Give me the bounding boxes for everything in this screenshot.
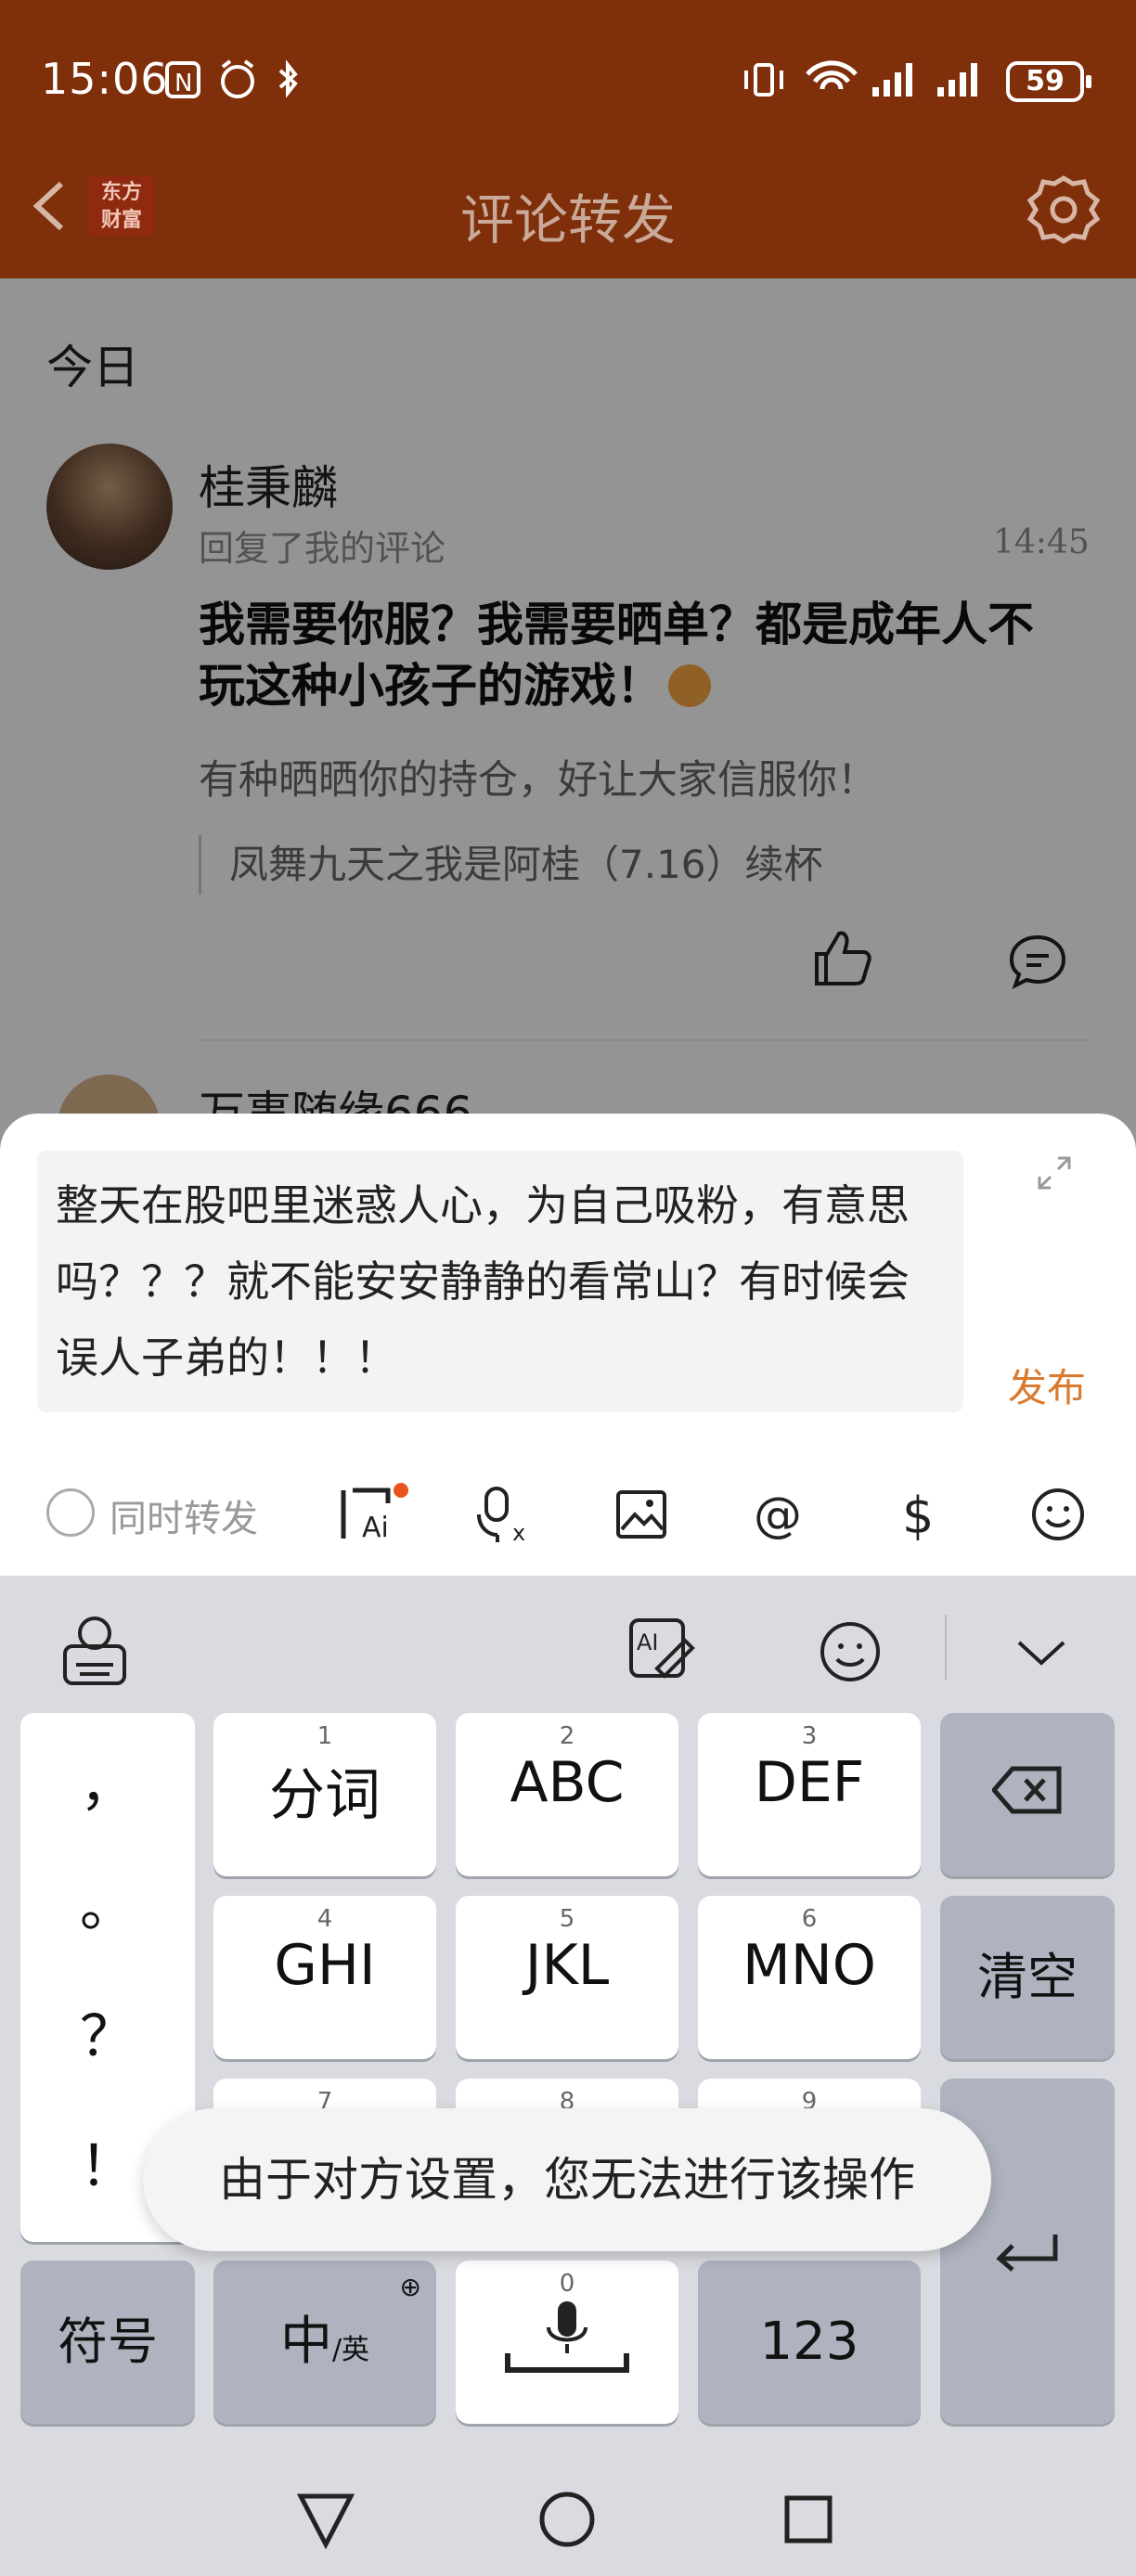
publish-button[interactable]: 发布 — [1008, 1357, 1086, 1413]
ai-ask-icon[interactable]: Ai — [338, 1485, 403, 1544]
svg-text:x: x — [512, 1520, 525, 1544]
image-icon[interactable] — [613, 1485, 672, 1544]
key-6[interactable]: 6 MNO — [698, 1896, 921, 2059]
keyboard-emoji-icon[interactable] — [815, 1615, 885, 1689]
toast-message: 由于对方设置，您无法进行该操作 — [143, 2108, 991, 2251]
status-icons-left: N — [165, 59, 298, 98]
status-icons-right — [744, 60, 977, 97]
key-3[interactable]: 3 DEF — [698, 1713, 921, 1876]
punct-question[interactable]: ？ — [20, 1991, 195, 2072]
home-circle-icon[interactable] — [535, 2487, 600, 2552]
keyboard-globe-icon[interactable] — [61, 1615, 128, 1689]
battery-indicator: 59 — [1006, 61, 1091, 102]
svg-text:AI: AI — [637, 1629, 659, 1655]
backspace-key[interactable] — [940, 1713, 1115, 1876]
expand-icon[interactable] — [1036, 1154, 1073, 1191]
notification-dot — [394, 1483, 408, 1498]
space-key[interactable]: 0 — [456, 2260, 678, 2424]
svg-text:Ai: Ai — [362, 1512, 389, 1544]
enter-icon — [996, 2235, 1058, 2272]
svg-text:@: @ — [754, 1488, 802, 1543]
svg-text:N: N — [174, 70, 192, 97]
microphone-icon — [505, 2301, 629, 2373]
numbers-key[interactable]: 123 — [698, 2260, 921, 2424]
divider — [945, 1615, 947, 1680]
gear-icon[interactable] — [1026, 173, 1101, 247]
clear-key[interactable]: 清空 — [940, 1896, 1115, 2059]
ai-write-icon[interactable]: AI — [627, 1615, 698, 1689]
repost-label[interactable]: 同时转发 — [110, 1488, 258, 1542]
key-4[interactable]: 4 GHI — [213, 1896, 436, 2059]
repost-checkbox[interactable] — [46, 1488, 95, 1537]
modal-overlay[interactable] — [0, 278, 1136, 1206]
punct-comma[interactable]: ， — [20, 1741, 195, 1822]
key-2[interactable]: 2 ABC — [456, 1713, 678, 1876]
symbols-key[interactable]: 符号 — [20, 2260, 195, 2424]
dollar-icon[interactable]: $ — [891, 1485, 947, 1544]
backspace-icon — [990, 1766, 1062, 1814]
language-switch-key[interactable]: ⊕ 中/英 — [213, 2260, 436, 2424]
mention-icon[interactable]: @ — [750, 1485, 809, 1544]
back-triangle-icon[interactable] — [293, 2487, 358, 2552]
page-title: 评论转发 — [459, 188, 676, 251]
punct-period[interactable]: 。 — [20, 1861, 195, 1942]
key-1[interactable]: 1 分词 — [213, 1713, 436, 1876]
key-5[interactable]: 5 JKL — [456, 1896, 678, 2059]
status-time: 15:06 — [41, 54, 169, 104]
chevron-down-icon[interactable] — [1015, 1615, 1067, 1689]
svg-text:$: $ — [902, 1487, 934, 1544]
voice-to-text-icon[interactable]: x — [475, 1485, 540, 1544]
emoji-icon[interactable] — [1028, 1485, 1088, 1544]
recents-square-icon[interactable] — [776, 2487, 841, 2552]
globe-small-icon: ⊕ — [399, 2272, 421, 2302]
reply-input[interactable]: 整天在股吧里迷惑人心，为自己吸粉，有意思吗？？？就不能安安静静的看常山？有时候会… — [37, 1151, 963, 1412]
